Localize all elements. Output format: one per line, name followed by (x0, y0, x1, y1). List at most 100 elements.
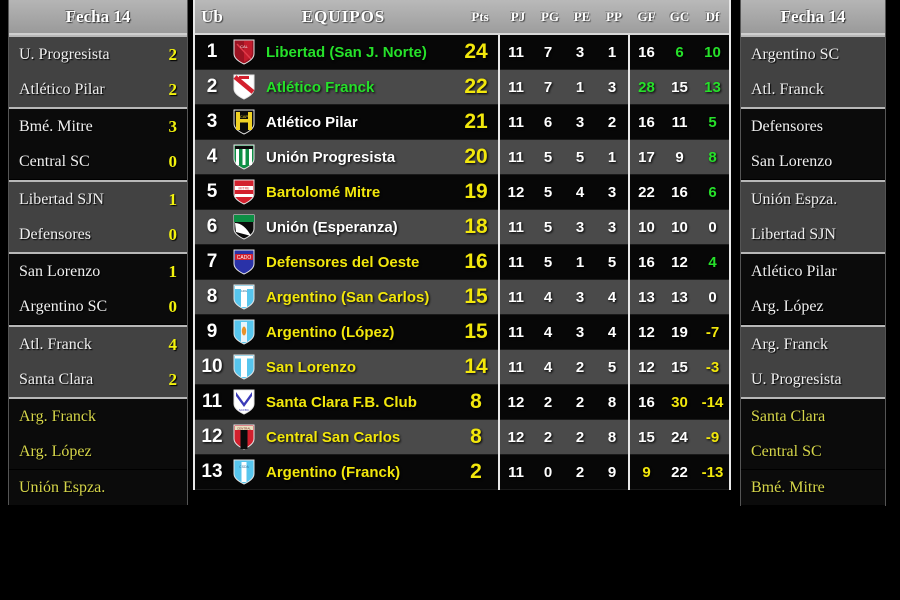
fixture-row[interactable]: Central SC 0 (9, 144, 187, 179)
row-position: 2 (206, 76, 218, 97)
row-goals-for: 28 (638, 78, 655, 96)
fixture-row[interactable]: Atl. Franck 4 (9, 327, 187, 362)
standings-row[interactable]: 9 Argentino (López) 15 11 4 3 4 12 19 -7 (195, 314, 729, 350)
right-team-row[interactable]: Atl. Franck (741, 72, 885, 107)
crest-arg-lopez-icon (229, 319, 259, 345)
fixture-pair[interactable]: Atl. Franck 4 Santa Clara 2 (9, 325, 187, 399)
fixture-row[interactable]: Argentino SC 0 (9, 289, 187, 324)
right-team-row[interactable]: Central SC (741, 434, 885, 469)
row-drawn: 3 (575, 288, 585, 306)
right-team-name: Argentino SC (751, 45, 840, 63)
fixture-team-name: Arg. Franck (19, 407, 97, 425)
standings-row[interactable]: 3 CAP Atlético Pilar 21 11 6 3 2 16 11 5 (195, 104, 729, 140)
fixture-row[interactable]: Defensores 0 (9, 217, 187, 252)
crest-shield-svg (233, 354, 255, 380)
right-team-row[interactable]: San Lorenzo (741, 144, 885, 179)
row-drawn: 1 (575, 253, 585, 271)
fixture-team-score: 2 (168, 369, 178, 389)
fixture-row[interactable]: Arg. Franck (9, 399, 187, 434)
row-position: 10 (201, 356, 223, 377)
row-position: 6 (206, 216, 218, 237)
row-points: 22 (464, 75, 488, 98)
row-goal-stats: 28 15 13 (628, 69, 729, 105)
fixture-row[interactable]: Libertad SJN 1 (9, 182, 187, 217)
right-team-row[interactable]: U. Progresista (741, 362, 885, 397)
right-team-row[interactable]: Bmé. Mitre (741, 470, 885, 505)
standings-row[interactable]: 6 Unión (Esperanza) 18 11 5 3 3 10 10 0 (195, 209, 729, 245)
crest-atl-pilar-icon: CAP (229, 109, 259, 135)
row-won: 5 (543, 148, 553, 166)
row-points: 15 (464, 320, 488, 343)
fixture-row[interactable]: Atlético Pilar 2 (9, 72, 187, 107)
fixture-pair[interactable]: Arg. Franck Arg. López (9, 399, 187, 470)
right-team-row[interactable]: Arg. López (741, 289, 885, 324)
row-match-stats: 11 5 1 5 (498, 244, 628, 280)
crest-atl-franck-icon (229, 74, 259, 100)
right-team-row[interactable]: Argentino SC (741, 37, 885, 72)
row-goal-difference: 0 (708, 288, 717, 306)
fixture-row[interactable]: Arg. López (9, 434, 187, 469)
row-drawn: 4 (575, 183, 585, 201)
fixture-team-score: 0 (168, 296, 178, 316)
row-played: 11 (508, 78, 524, 96)
row-played: 12 (507, 428, 525, 446)
standings-row[interactable]: 13 CSDA Argentino (Franck) 2 11 0 2 9 9 22 -13 (195, 454, 729, 490)
row-goals-for: 13 (638, 288, 655, 306)
right-team-pair[interactable]: Santa Clara Central SC (741, 399, 885, 470)
row-position: 13 (201, 461, 223, 482)
fixture-team-score: 3 (168, 116, 178, 136)
right-team-pair[interactable]: Arg. Franck U. Progresista (741, 325, 885, 399)
standings-row[interactable]: 8 ARG Argentino (San Carlos) 15 11 4 3 4 13 13 0 (195, 279, 729, 315)
row-won: 6 (543, 113, 553, 131)
fixture-row[interactable]: U. Progresista 2 (9, 37, 187, 72)
row-match-stats: 11 4 2 5 (498, 349, 628, 385)
row-lost: 3 (607, 78, 617, 96)
fixture-team-name: Atl. Franck (19, 335, 92, 353)
right-team-name: Arg. Franck (751, 335, 829, 353)
row-won: 4 (543, 288, 553, 306)
right-team-name: Defensores (751, 117, 823, 135)
row-team-name: Santa Clara F.B. Club (266, 393, 417, 411)
fixture-row[interactable]: Unión Espza. (9, 470, 187, 505)
standings-row[interactable]: 11 SCFBC Santa Clara F.B. Club 8 12 2 2 8 16 30 -1… (195, 384, 729, 420)
standings-row[interactable]: 10 San Lorenzo 14 11 4 2 5 12 15 -3 (195, 349, 729, 385)
right-team-pair[interactable]: Bmé. Mitre (741, 470, 885, 506)
left-fixtures-list: U. Progresista 2 Atlético Pilar 2 Bmé. Mitre… (9, 35, 187, 505)
fixture-pair[interactable]: San Lorenzo 1 Argentino SC 0 (9, 254, 187, 325)
right-team-row[interactable]: Unión Espza. (741, 182, 885, 217)
standings-row[interactable]: 4 Unión Progresista 20 11 5 5 1 17 9 8 (195, 139, 729, 175)
right-team-row[interactable]: Atlético Pilar (741, 254, 885, 289)
fixture-row[interactable]: Bmé. Mitre 3 (9, 109, 187, 144)
row-team-name: Atlético Pilar (266, 113, 358, 131)
row-played: 11 (508, 358, 524, 376)
row-lost: 5 (607, 253, 617, 271)
fixture-row[interactable]: San Lorenzo 1 (9, 254, 187, 289)
row-team-name: Argentino (Franck) (266, 463, 401, 481)
right-team-row[interactable]: Defensores (741, 109, 885, 144)
standings-row[interactable]: 7 CADO Defensores del Oeste 16 11 5 1 5 16 12 4 (195, 244, 729, 280)
fixture-pair[interactable]: U. Progresista 2 Atlético Pilar 2 (9, 35, 187, 109)
right-team-pair[interactable]: Unión Espza. Libertad SJN (741, 180, 885, 254)
standings-row[interactable]: 2 Atlético Franck 22 11 7 1 3 28 15 13 (195, 69, 729, 105)
standings-row[interactable]: 1 CAL Libertad (San J. Norte) 24 11 7 3 1 16 6 10 (195, 34, 729, 70)
right-team-name: U. Progresista (751, 370, 842, 388)
fixture-pair[interactable]: Bmé. Mitre 3 Central SC 0 (9, 109, 187, 180)
row-played: 11 (508, 113, 524, 131)
right-team-name: Atl. Franck (751, 80, 824, 98)
row-match-stats: 11 4 3 4 (498, 279, 628, 315)
right-team-row[interactable]: Arg. Franck (741, 327, 885, 362)
row-match-stats: 11 0 2 9 (498, 454, 628, 490)
right-team-row[interactable]: Santa Clara (741, 399, 885, 434)
right-team-pair[interactable]: Argentino SC Atl. Franck (741, 35, 885, 109)
right-team-pair[interactable]: Atlético Pilar Arg. López (741, 254, 885, 325)
standings-row[interactable]: 12 CENTRAL Central San Carlos 8 12 2 2 8 15 24 -9 (195, 419, 729, 455)
row-played: 11 (508, 43, 524, 61)
right-team-row[interactable]: Libertad SJN (741, 217, 885, 252)
fixture-row[interactable]: Santa Clara 2 (9, 362, 187, 397)
standings-header-row: Ub EQUIPOS Pts PJ PG PE PP GF GC Df (195, 0, 729, 35)
column-header-pj: PJ (510, 8, 526, 24)
fixture-pair[interactable]: Libertad SJN 1 Defensores 0 (9, 180, 187, 254)
row-played: 11 (508, 148, 524, 166)
standings-row[interactable]: 5 MITRE Bartolomé Mitre 19 12 5 4 3 22 16 6 (195, 174, 729, 210)
right-team-pair[interactable]: Defensores San Lorenzo (741, 109, 885, 180)
